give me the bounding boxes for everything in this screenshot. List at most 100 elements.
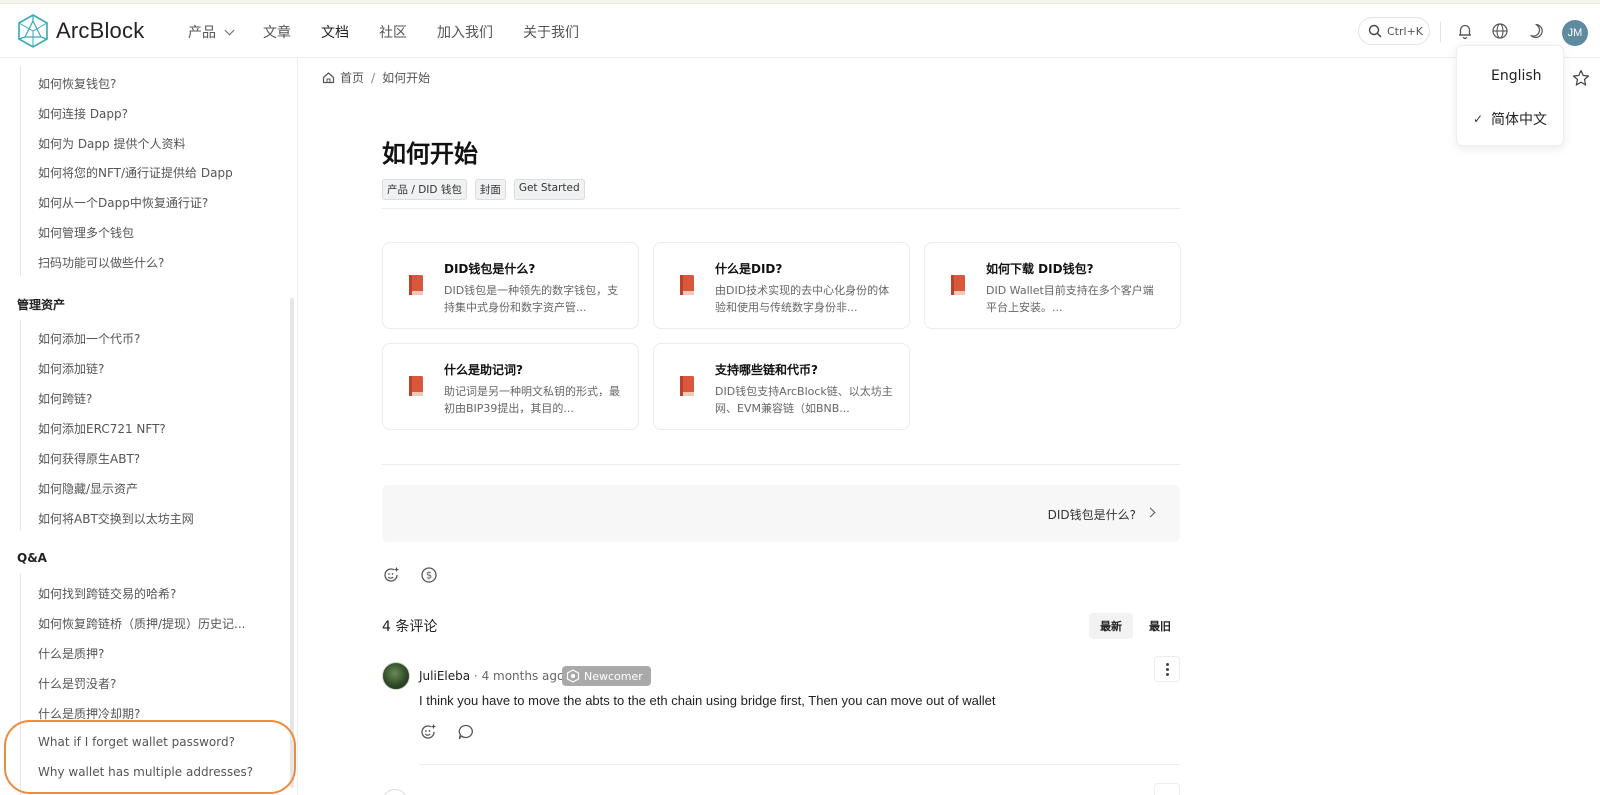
- book-icon: [680, 275, 694, 295]
- sidebar-item[interactable]: 如何找到跨链交易的哈希?: [38, 585, 176, 602]
- language-option-english[interactable]: English: [1457, 56, 1565, 96]
- check-icon: ✓: [1473, 112, 1484, 126]
- sidebar-item[interactable]: 什么是罚没者?: [38, 675, 116, 692]
- language-label: 简体中文: [1491, 112, 1547, 128]
- user-avatar[interactable]: JM: [1562, 20, 1588, 46]
- next-page-link[interactable]: DID钱包是什么?: [382, 485, 1180, 542]
- language-menu: English ✓ 简体中文: [1456, 45, 1564, 146]
- comment-more-button[interactable]: [1154, 656, 1180, 682]
- tag-list: 产品 / DID 钱包 封面 Get Started: [382, 179, 593, 200]
- nav-item-join-us[interactable]: 加入我们: [437, 22, 493, 42]
- tag[interactable]: 封面: [474, 179, 506, 200]
- sort-newest-button[interactable]: 最新: [1089, 613, 1133, 639]
- breadcrumb-home[interactable]: 首页: [340, 69, 364, 86]
- card-title: 什么是DID?: [715, 262, 783, 276]
- badge-label: Newcomer: [584, 669, 643, 683]
- site-header: ArcBlock 产品 文章 文档 社区 加入我们 关于我们 Ctrl+K JM: [0, 4, 1600, 58]
- divider: [382, 208, 1180, 209]
- chevron-down-icon: [224, 25, 235, 35]
- sidebar-scrollbar[interactable]: [290, 298, 294, 788]
- sidebar-item[interactable]: 如何管理多个钱包: [38, 224, 134, 241]
- nav-item-community[interactable]: 社区: [379, 22, 407, 42]
- brand-logo[interactable]: ArcBlock: [16, 13, 144, 49]
- comment-meta-separator: ·: [473, 669, 478, 683]
- sidebar-item[interactable]: 如何恢复钱包?: [38, 75, 116, 92]
- sidebar-item[interactable]: 如何将您的NFT/通行证提供给 Dapp: [38, 164, 233, 181]
- header-divider: [1440, 22, 1441, 42]
- book-icon: [409, 376, 423, 396]
- bell-icon[interactable]: [1456, 22, 1474, 40]
- tip-coin-icon[interactable]: $: [420, 566, 438, 584]
- nav-item-articles[interactable]: 文章: [263, 22, 291, 42]
- comment-count: 4 条评论: [382, 619, 438, 635]
- card-description: DID钱包支持ArcBlock链、以太坊主网、EVM兼容链（如BNB...: [715, 385, 893, 415]
- sidebar-item[interactable]: 如何添加一个代币?: [38, 330, 140, 347]
- tag[interactable]: Get Started: [513, 179, 585, 200]
- nav-label: 文档: [321, 25, 349, 41]
- nav-label: 关于我们: [523, 25, 579, 41]
- card-title: 支持哪些链和代币?: [715, 363, 818, 377]
- search-button[interactable]: Ctrl+K: [1358, 17, 1430, 45]
- sidebar-rail: [20, 574, 21, 795]
- doc-card[interactable]: 支持哪些链和代币? DID钱包支持ArcBlock链、以太坊主网、EVM兼容链（…: [653, 343, 910, 430]
- nav-item-about-us[interactable]: 关于我们: [523, 22, 579, 42]
- card-description: 由DID技术实现的去中心化身份的体验和使用与传统数字身份非...: [715, 284, 890, 314]
- star-icon[interactable]: [1572, 69, 1590, 87]
- moon-icon[interactable]: [1526, 22, 1544, 40]
- nav-label: 加入我们: [437, 25, 493, 41]
- sidebar-item[interactable]: 如何将ABT交换到以太坊主网: [38, 510, 194, 527]
- breadcrumb-separator: /: [371, 70, 376, 85]
- comment-more-button[interactable]: [1154, 783, 1180, 795]
- sort-oldest-button[interactable]: 最旧: [1142, 613, 1178, 639]
- nav-label: 社区: [379, 25, 407, 41]
- globe-icon[interactable]: [1491, 22, 1509, 40]
- book-icon: [951, 275, 965, 295]
- sidebar-item[interactable]: Why wallet has multiple addresses?: [38, 765, 253, 779]
- card-description: 助记词是另一种明文私钥的形式，最初由BIP39提出，其目的...: [444, 385, 620, 415]
- comment-avatar[interactable]: [382, 789, 408, 795]
- chevron-right-icon: [1145, 507, 1156, 518]
- sidebar-item[interactable]: 如何从一个Dapp中恢复通行证?: [38, 194, 208, 211]
- add-reaction-icon[interactable]: [419, 723, 437, 741]
- doc-card[interactable]: DID钱包是什么? DID钱包是一种领先的数字钱包，支持集中式身份和数字资产管.…: [382, 242, 639, 329]
- comment-author[interactable]: JuliEleba: [419, 669, 470, 683]
- doc-card[interactable]: 什么是助记词? 助记词是另一种明文私钥的形式，最初由BIP39提出，其目的...: [382, 343, 639, 430]
- sidebar-item[interactable]: What if I forget wallet password?: [38, 735, 235, 749]
- sidebar-item[interactable]: 扫码功能可以做些什么?: [38, 254, 164, 271]
- sidebar-section-title[interactable]: Q&A: [17, 551, 47, 565]
- breadcrumb-current: 如何开始: [382, 71, 431, 85]
- nav-label: 文章: [263, 25, 291, 41]
- reply-icon[interactable]: [457, 723, 475, 741]
- nav-item-docs[interactable]: 文档: [321, 22, 349, 42]
- sidebar-item[interactable]: 如何为 Dapp 提供个人资料: [38, 135, 185, 152]
- sidebar-item[interactable]: 如何跨链?: [38, 390, 92, 407]
- comment-text: I think you have to move the abts to the…: [419, 693, 996, 708]
- sidebar-item[interactable]: 什么是质押?: [38, 645, 104, 662]
- card-title: DID钱包是什么?: [444, 262, 536, 276]
- doc-card[interactable]: 什么是DID? 由DID技术实现的去中心化身份的体验和使用与传统数字身份非...: [653, 242, 910, 329]
- page-title: 如何开始: [382, 140, 478, 168]
- sidebar-item[interactable]: 如何获得原生ABT?: [38, 450, 140, 467]
- sidebar-item[interactable]: 什么是质押冷却期?: [38, 705, 140, 722]
- tag[interactable]: 产品 / DID 钱包: [382, 179, 467, 200]
- nav-item-products[interactable]: 产品: [188, 22, 235, 42]
- add-reaction-icon[interactable]: [382, 566, 400, 584]
- card-description: DID钱包是一种领先的数字钱包，支持集中式身份和数字资产管...: [444, 284, 619, 314]
- sidebar-item[interactable]: 如何恢复跨链桥（质押/提现）历史记...: [38, 615, 246, 632]
- sidebar-item[interactable]: 如何添加链?: [38, 360, 104, 377]
- sidebar-item[interactable]: 如何隐藏/显示资产: [38, 480, 138, 497]
- language-label: English: [1491, 68, 1542, 84]
- doc-card[interactable]: 如何下载 DID钱包? DID Wallet目前支持在多个客户端平台上安装。..…: [924, 242, 1181, 329]
- next-page-label: DID钱包是什么?: [1047, 508, 1136, 522]
- divider: [382, 464, 1180, 465]
- sidebar-item[interactable]: 如何连接 Dapp?: [38, 105, 128, 122]
- book-icon: [409, 275, 423, 295]
- language-option-simplified-chinese[interactable]: ✓ 简体中文: [1457, 99, 1565, 139]
- breadcrumb: 首页 / 如何开始: [322, 69, 430, 86]
- sidebar-item[interactable]: 如何添加ERC721 NFT?: [38, 420, 166, 437]
- card-title: 如何下载 DID钱包?: [986, 262, 1094, 276]
- sidebar-section-title[interactable]: 管理资产: [17, 296, 65, 313]
- home-icon: [322, 72, 335, 84]
- comment-avatar[interactable]: [382, 662, 410, 690]
- comment-meta: JuliEleba · 4 months ago: [419, 669, 564, 683]
